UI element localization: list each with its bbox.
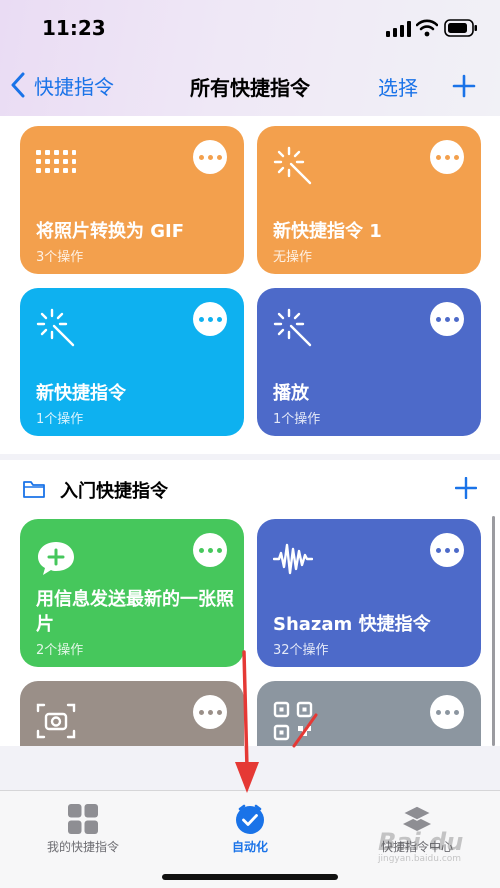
more-options-button[interactable] <box>430 533 464 567</box>
more-options-button[interactable] <box>430 140 464 174</box>
more-options-button[interactable] <box>193 140 227 174</box>
tab-my-shortcuts[interactable]: 我的快捷指令 <box>0 791 166 861</box>
shortcut-card[interactable]: 用信息发送最新的一张照片 2个操作 <box>20 519 244 667</box>
navigation-bar: 快捷指令 所有快捷指令 选择 <box>0 60 500 110</box>
shortcut-card[interactable]: 新快捷指令 1个操作 <box>20 288 244 436</box>
shortcut-action-count: 3个操作 <box>36 250 84 265</box>
shortcut-title: 将照片转换为 GIF <box>36 221 185 242</box>
watermark-text: Bai du <box>378 828 464 856</box>
waveform-icon <box>273 543 313 575</box>
tab-automation[interactable]: 自动化 <box>167 791 333 861</box>
select-button[interactable]: 选择 <box>378 72 418 101</box>
status-time: 11:23 <box>42 16 106 40</box>
watermark-url: jingyan.baidu.com <box>378 854 462 864</box>
magic-wand-icon <box>273 146 312 185</box>
home-indicator <box>162 874 338 880</box>
shortcut-action-count: 1个操作 <box>273 412 321 427</box>
more-options-button[interactable] <box>430 695 464 729</box>
signal-icon <box>386 21 411 37</box>
shortcut-card[interactable]: 新快捷指令 1 无操作 <box>257 126 481 274</box>
shortcut-card[interactable]: Shazam 快捷指令 32个操作 <box>257 519 481 667</box>
grid-dots-icon <box>36 150 76 173</box>
tab-label: 自动化 <box>231 840 268 854</box>
shortcut-card[interactable] <box>20 681 244 746</box>
more-options-button[interactable] <box>193 695 227 729</box>
folder-title: 入门快捷指令 <box>60 481 168 502</box>
camera-scan-icon <box>36 703 76 739</box>
annotation-arrow <box>235 650 259 793</box>
page-title: 所有快捷指令 <box>190 76 310 100</box>
magic-wand-icon <box>273 308 312 347</box>
clock-check-icon <box>236 804 264 834</box>
magic-wand-icon <box>36 308 75 347</box>
message-plus-icon <box>38 542 74 575</box>
shortcut-title: 新快捷指令 <box>36 383 126 404</box>
shortcut-title: 用信息发送最新的一张照片 <box>36 589 234 635</box>
annotation-mark <box>292 713 318 748</box>
shortcut-title: Shazam 快捷指令 <box>273 614 431 635</box>
grid-icon <box>68 804 98 834</box>
tab-label: 我的快捷指令 <box>46 840 119 854</box>
add-to-folder-button[interactable] <box>455 477 477 499</box>
wifi-icon <box>416 19 438 37</box>
shortcut-action-count: 1个操作 <box>36 412 84 427</box>
status-bar: 11:23 <box>0 0 500 56</box>
add-shortcut-button[interactable] <box>452 74 476 98</box>
folder-icon <box>23 481 45 498</box>
shortcut-card[interactable]: 播放 1个操作 <box>257 288 481 436</box>
shortcut-action-count: 2个操作 <box>36 643 84 658</box>
battery-icon <box>444 19 477 37</box>
more-options-button[interactable] <box>430 302 464 336</box>
folder-header[interactable]: 入门快捷指令 <box>0 466 500 512</box>
scroll-indicator[interactable] <box>492 516 495 746</box>
more-options-button[interactable] <box>193 302 227 336</box>
watermark: Bai du jingyan.baidu.com <box>378 828 488 878</box>
shortcut-action-count: 无操作 <box>273 250 313 265</box>
more-options-button[interactable] <box>193 533 227 567</box>
shortcut-title: 播放 <box>273 383 309 404</box>
shortcut-title: 新快捷指令 1 <box>273 221 382 242</box>
shortcut-card[interactable]: 将照片转换为 GIF 3个操作 <box>20 126 244 274</box>
shortcut-action-count: 32个操作 <box>273 643 329 658</box>
